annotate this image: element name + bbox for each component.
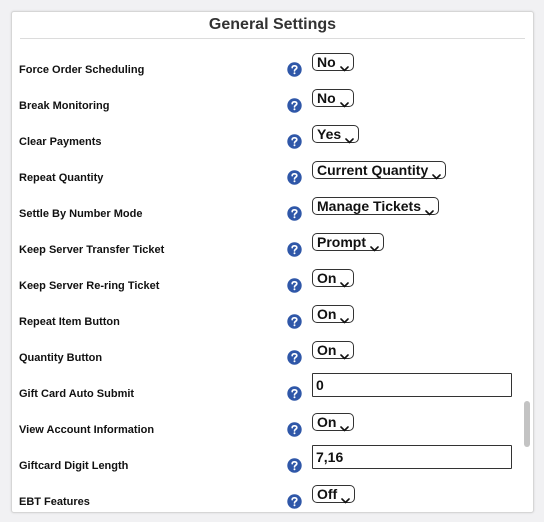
setting-row-clear-payments: Clear Payments Yes xyxy=(12,125,520,161)
setting-label: Repeat Quantity xyxy=(19,172,104,184)
setting-label: EBT Features xyxy=(19,496,90,508)
setting-row-force-order-scheduling: Force Order Scheduling No xyxy=(12,53,520,89)
quantity-button-select[interactable]: On xyxy=(312,341,355,360)
chevron-down-icon xyxy=(339,95,349,108)
settle-by-number-mode-select[interactable]: Manage Tickets xyxy=(312,197,440,216)
chevron-down-icon xyxy=(340,311,350,324)
repeat-quantity-select[interactable]: Current Quantity xyxy=(312,161,447,180)
selected-value: Off xyxy=(317,486,338,502)
setting-label: View Account Information xyxy=(19,424,155,436)
setting-label: Keep Server Transfer Ticket xyxy=(19,244,165,256)
gift-card-auto-submit-input[interactable] xyxy=(312,373,512,397)
setting-row-view-account-information: View Account Information On xyxy=(12,413,520,449)
setting-row-settle-by-number-mode: Settle By Number Mode Manage Tickets xyxy=(12,197,520,233)
selected-value: Manage Tickets xyxy=(317,198,422,214)
selected-value: On xyxy=(317,306,337,322)
selected-value: Yes xyxy=(317,126,342,142)
setting-label: Break Monitoring xyxy=(19,100,110,112)
giftcard-digit-length-input[interactable] xyxy=(312,445,512,469)
chevron-down-icon xyxy=(341,491,351,504)
help-icon[interactable] xyxy=(287,314,302,329)
setting-row-keep-server-transfer-ticket: Keep Server Transfer Ticket Prompt xyxy=(12,233,520,269)
setting-row-giftcard-digit-length: Giftcard Digit Length xyxy=(12,445,520,481)
setting-row-break-monitoring: Break Monitoring No xyxy=(12,89,520,125)
selected-value: On xyxy=(317,414,337,430)
chevron-down-icon xyxy=(340,419,350,432)
selected-value: No xyxy=(317,90,336,106)
scrollbar-thumb[interactable] xyxy=(524,401,530,447)
setting-label: Settle By Number Mode xyxy=(19,208,143,220)
view-account-information-select[interactable]: On xyxy=(312,413,355,432)
help-icon[interactable] xyxy=(287,386,302,401)
help-icon[interactable] xyxy=(287,134,302,149)
setting-label: Giftcard Digit Length xyxy=(19,460,129,472)
setting-label: Keep Server Re-ring Ticket xyxy=(19,280,160,292)
ebt-features-select[interactable]: Off xyxy=(312,485,356,504)
chevron-down-icon xyxy=(425,203,434,216)
help-icon[interactable] xyxy=(287,206,302,221)
chevron-down-icon xyxy=(340,347,350,360)
setting-row-keep-server-re-ring-ticket: Keep Server Re-ring Ticket On xyxy=(12,269,520,305)
chevron-down-icon xyxy=(340,275,350,288)
setting-row-repeat-item-button: Repeat Item Button On xyxy=(12,305,520,341)
title-divider xyxy=(20,38,525,39)
chevron-down-icon xyxy=(432,167,442,180)
selected-value: On xyxy=(317,342,337,358)
selected-value: On xyxy=(317,270,337,286)
help-icon[interactable] xyxy=(287,422,302,437)
setting-label: Clear Payments xyxy=(19,136,102,148)
clear-payments-select[interactable]: Yes xyxy=(312,125,360,144)
repeat-item-button-select[interactable]: On xyxy=(312,305,355,324)
help-icon[interactable] xyxy=(287,350,302,365)
setting-label: Force Order Scheduling xyxy=(19,64,145,76)
help-icon[interactable] xyxy=(287,278,302,293)
help-icon[interactable] xyxy=(287,62,302,77)
setting-label: Repeat Item Button xyxy=(19,316,120,328)
panel-title: General Settings xyxy=(208,16,337,33)
setting-row-quantity-button: Quantity Button On xyxy=(12,341,520,377)
general-settings-panel: General Settings Force Order Scheduling … xyxy=(11,11,534,513)
setting-row-ebt-features: EBT Features Off xyxy=(12,485,520,512)
setting-label: Quantity Button xyxy=(19,352,103,364)
help-icon[interactable] xyxy=(287,170,302,185)
help-icon[interactable] xyxy=(287,242,302,257)
chevron-down-icon xyxy=(370,239,379,252)
help-icon[interactable] xyxy=(287,458,302,473)
help-icon[interactable] xyxy=(287,494,302,509)
break-monitoring-select[interactable]: No xyxy=(312,89,354,108)
setting-row-gift-card-auto-submit: Gift Card Auto Submit xyxy=(12,373,520,409)
keep-server-re-ring-ticket-select[interactable]: On xyxy=(312,269,355,288)
setting-row-repeat-quantity: Repeat Quantity Current Quantity xyxy=(12,161,520,197)
chevron-down-icon xyxy=(345,131,354,144)
selected-value: Prompt xyxy=(317,234,366,250)
selected-value: Current Quantity xyxy=(317,162,429,178)
force-order-scheduling-select[interactable]: No xyxy=(312,53,354,72)
help-icon[interactable] xyxy=(287,98,302,113)
setting-label: Gift Card Auto Submit xyxy=(19,388,135,400)
keep-server-transfer-ticket-select[interactable]: Prompt xyxy=(312,233,384,252)
selected-value: No xyxy=(317,54,336,70)
chevron-down-icon xyxy=(339,59,349,72)
